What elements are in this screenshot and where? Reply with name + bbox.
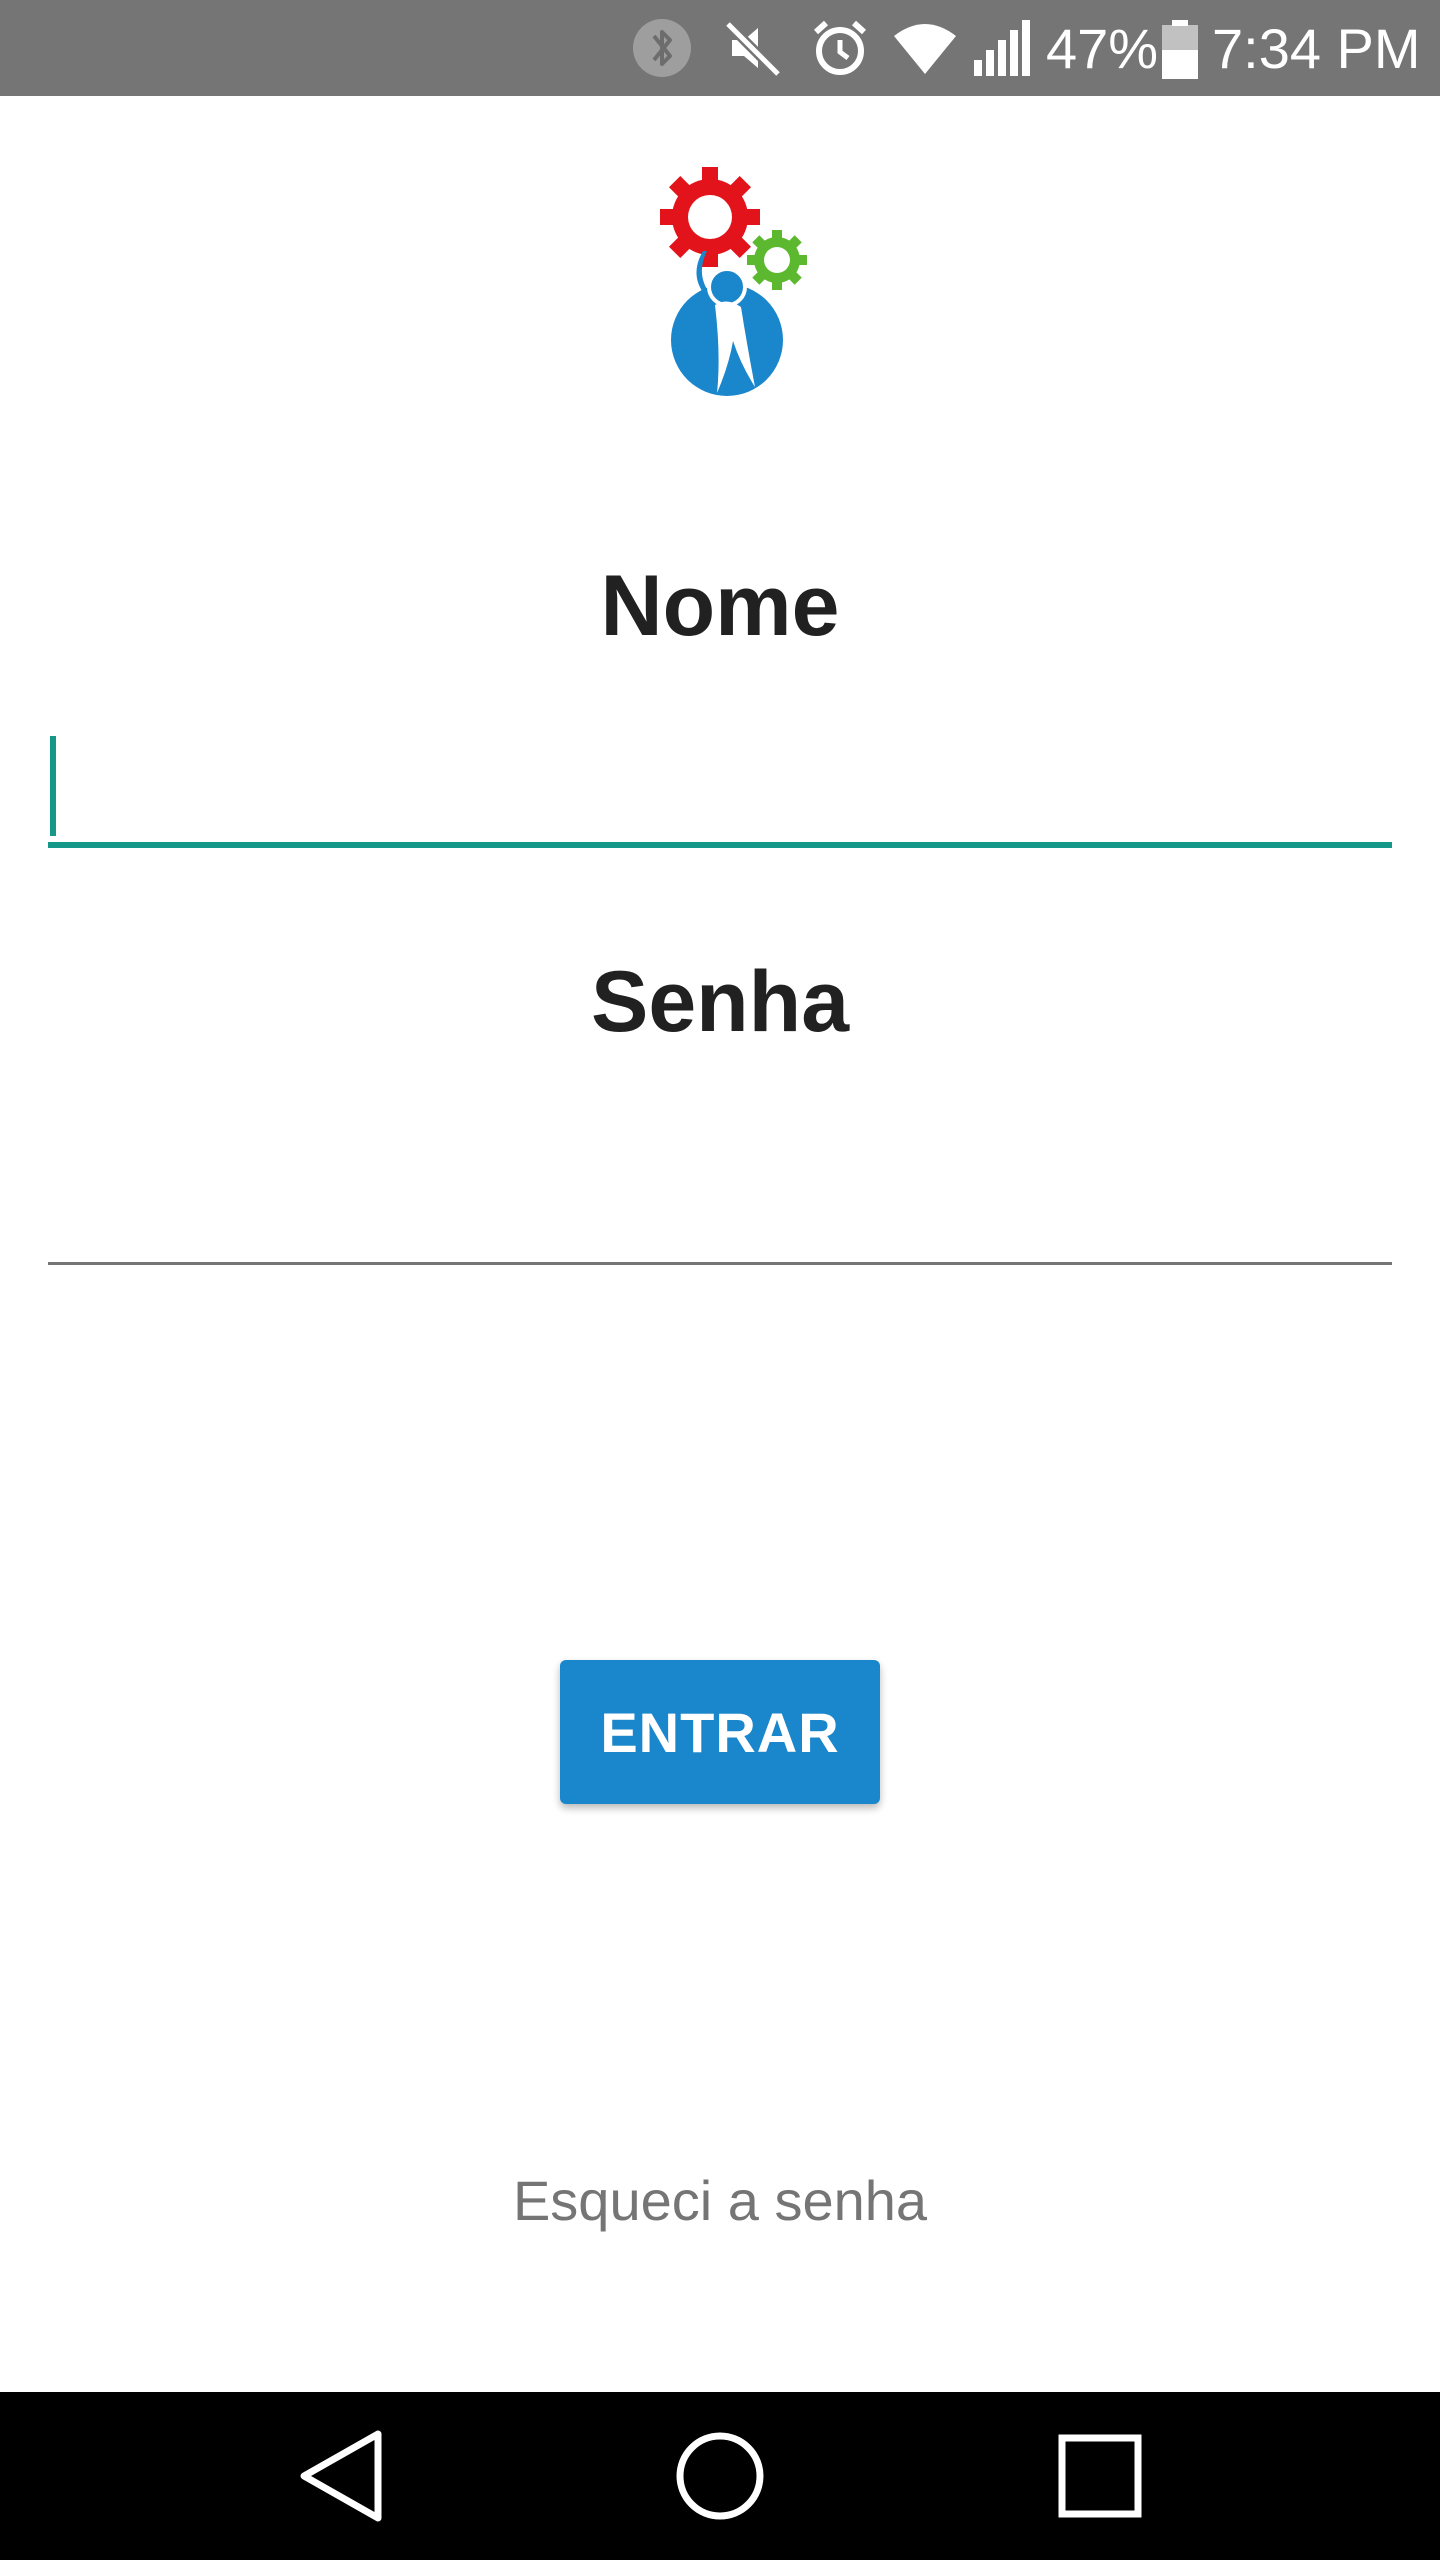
app-logo xyxy=(660,167,807,396)
password-input[interactable] xyxy=(48,1146,1392,1266)
navigation-bar xyxy=(0,2392,1440,2560)
signal-icon xyxy=(974,20,1030,76)
alarm-icon xyxy=(813,20,867,75)
green-gear-icon xyxy=(747,230,807,290)
forgot-password-link[interactable]: Esqueci a senha xyxy=(0,2168,1440,2233)
password-input-underline xyxy=(48,1262,1392,1265)
password-input-container[interactable] xyxy=(48,1146,1392,1266)
name-input[interactable] xyxy=(48,730,1392,850)
name-input-underline xyxy=(48,842,1392,848)
mute-icon xyxy=(724,20,782,78)
home-icon[interactable] xyxy=(670,2426,770,2526)
clock-time: 7:34 PM xyxy=(1212,17,1421,80)
battery-percent: 47% xyxy=(1046,17,1159,80)
status-bar: 47% 7:34 PM xyxy=(0,0,1440,96)
password-label: Senha xyxy=(590,954,850,1050)
text-cursor xyxy=(50,736,56,836)
login-button[interactable]: ENTRAR xyxy=(560,1660,880,1804)
battery-icon xyxy=(1162,20,1198,79)
name-label: Nome xyxy=(600,558,840,654)
name-input-container[interactable] xyxy=(48,730,1392,850)
back-icon[interactable] xyxy=(290,2426,390,2526)
red-gear-icon xyxy=(660,167,760,267)
bluetooth-icon xyxy=(633,19,691,77)
wifi-icon xyxy=(894,24,956,74)
recents-icon[interactable] xyxy=(1050,2426,1150,2526)
